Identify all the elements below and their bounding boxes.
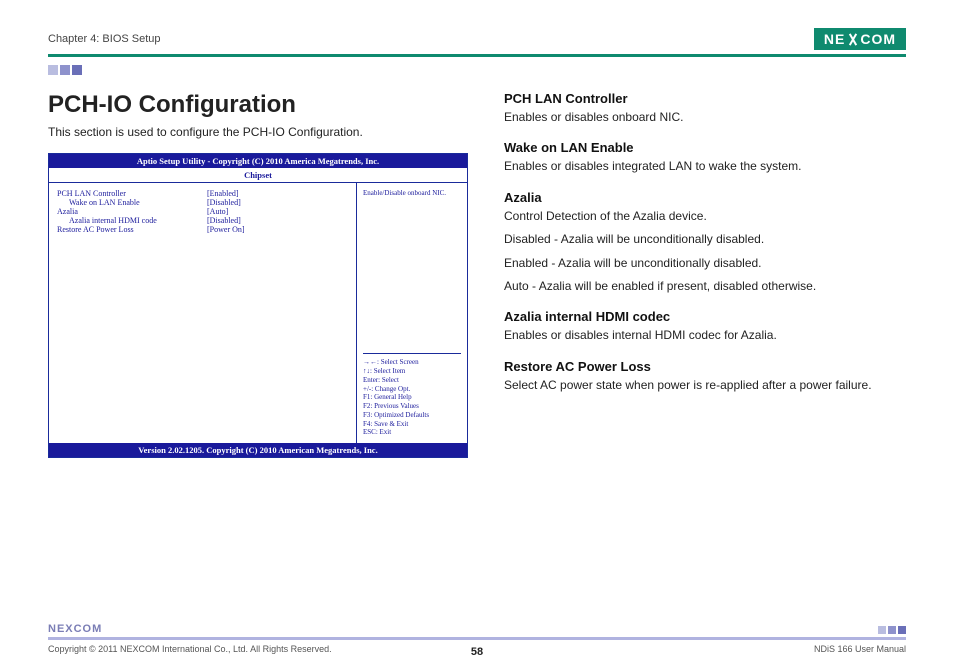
section-heading: Azalia internal HDMI codec	[504, 309, 906, 324]
logo-x-icon	[846, 33, 859, 46]
bios-row-label: Restore AC Power Loss	[57, 225, 207, 234]
left-column: PCH-IO Configuration This section is use…	[48, 91, 468, 458]
bios-key-line: ↑↓: Select Item	[363, 367, 461, 376]
bios-title-bar: Aptio Setup Utility - Copyright (C) 2010…	[49, 154, 467, 168]
bios-row-value: [Disabled]	[207, 216, 287, 225]
bios-key-line: ESC: Exit	[363, 428, 461, 437]
bios-footer-bar: Version 2.02.1205. Copyright (C) 2010 Am…	[49, 443, 467, 457]
bios-body: PCH LAN Controller[Enabled] Wake on LAN …	[49, 183, 467, 443]
section-paragraph: Enables or disables internal HDMI codec …	[504, 327, 906, 344]
section-paragraph: Enables or disables integrated LAN to wa…	[504, 158, 906, 175]
bios-help-panel: Enable/Disable onboard NIC. →←: Select S…	[357, 183, 467, 443]
intro-text: This section is used to configure the PC…	[48, 125, 468, 139]
section-heading: PCH LAN Controller	[504, 91, 906, 106]
bios-row-value: [Power On]	[207, 225, 287, 234]
bios-key-line: F4: Save & Exit	[363, 420, 461, 429]
footer-logo: NEXCOM	[48, 623, 108, 635]
right-column: PCH LAN Controller Enables or disables o…	[504, 91, 906, 458]
footer-copyright: Copyright © 2011 NEXCOM International Co…	[48, 644, 332, 654]
section-heading: Restore AC Power Loss	[504, 359, 906, 374]
header-bar: Chapter 4: BIOS Setup NE COM	[48, 28, 906, 57]
content-columns: PCH-IO Configuration This section is use…	[48, 91, 906, 458]
page-footer: NEXCOM Copyright © 2011 NEXCOM Internati…	[48, 637, 906, 654]
bios-key-line: →←: Select Screen	[363, 358, 461, 367]
bios-row-value: [Auto]	[207, 207, 287, 216]
section-paragraph: Auto - Azalia will be enabled if present…	[504, 278, 906, 295]
bios-help-text: Enable/Disable onboard NIC.	[363, 189, 461, 351]
section-paragraph: Enables or disables onboard NIC.	[504, 109, 906, 126]
section-paragraph: Control Detection of the Azalia device.	[504, 208, 906, 225]
section-paragraph: Enabled - Azalia will be unconditionally…	[504, 255, 906, 272]
section-paragraph: Disabled - Azalia will be unconditionall…	[504, 231, 906, 248]
bios-settings-panel: PCH LAN Controller[Enabled] Wake on LAN …	[49, 183, 357, 443]
footer-page-number: 58	[471, 646, 483, 658]
logo-text-ne: NE	[824, 31, 845, 47]
bios-key-line: F3: Optimized Defaults	[363, 411, 461, 420]
bios-row-label: PCH LAN Controller	[57, 189, 207, 198]
bios-key-line: Enter: Select	[363, 376, 461, 385]
bios-key-line: F2: Previous Values	[363, 402, 461, 411]
bios-key-line: +/-: Change Opt.	[363, 385, 461, 394]
bios-screenshot: Aptio Setup Utility - Copyright (C) 2010…	[48, 153, 468, 458]
page-title: PCH-IO Configuration	[48, 91, 468, 119]
bios-key-help: →←: Select Screen ↑↓: Select Item Enter:…	[363, 358, 461, 437]
chapter-label: Chapter 4: BIOS Setup	[48, 33, 161, 45]
bios-row-label: Azalia	[57, 207, 207, 216]
section-heading: Wake on LAN Enable	[504, 140, 906, 155]
decorative-squares	[48, 65, 906, 75]
section-heading: Azalia	[504, 190, 906, 205]
bios-row-label: Azalia internal HDMI code	[57, 216, 207, 225]
section-paragraph: Select AC power state when power is re-a…	[504, 377, 906, 394]
nexcom-logo: NE COM	[814, 28, 906, 50]
bios-key-line: F1: General Help	[363, 393, 461, 402]
bios-row-value: [Enabled]	[207, 189, 287, 198]
logo-text-com: COM	[860, 31, 896, 47]
bios-row-label: Wake on LAN Enable	[57, 198, 207, 207]
footer-decorative-squares	[872, 626, 906, 634]
bios-row-value: [Disabled]	[207, 198, 287, 207]
footer-manual-name: NDiS 166 User Manual	[814, 644, 906, 654]
bios-help-divider	[363, 353, 461, 354]
bios-tab-active: Chipset	[49, 168, 467, 183]
